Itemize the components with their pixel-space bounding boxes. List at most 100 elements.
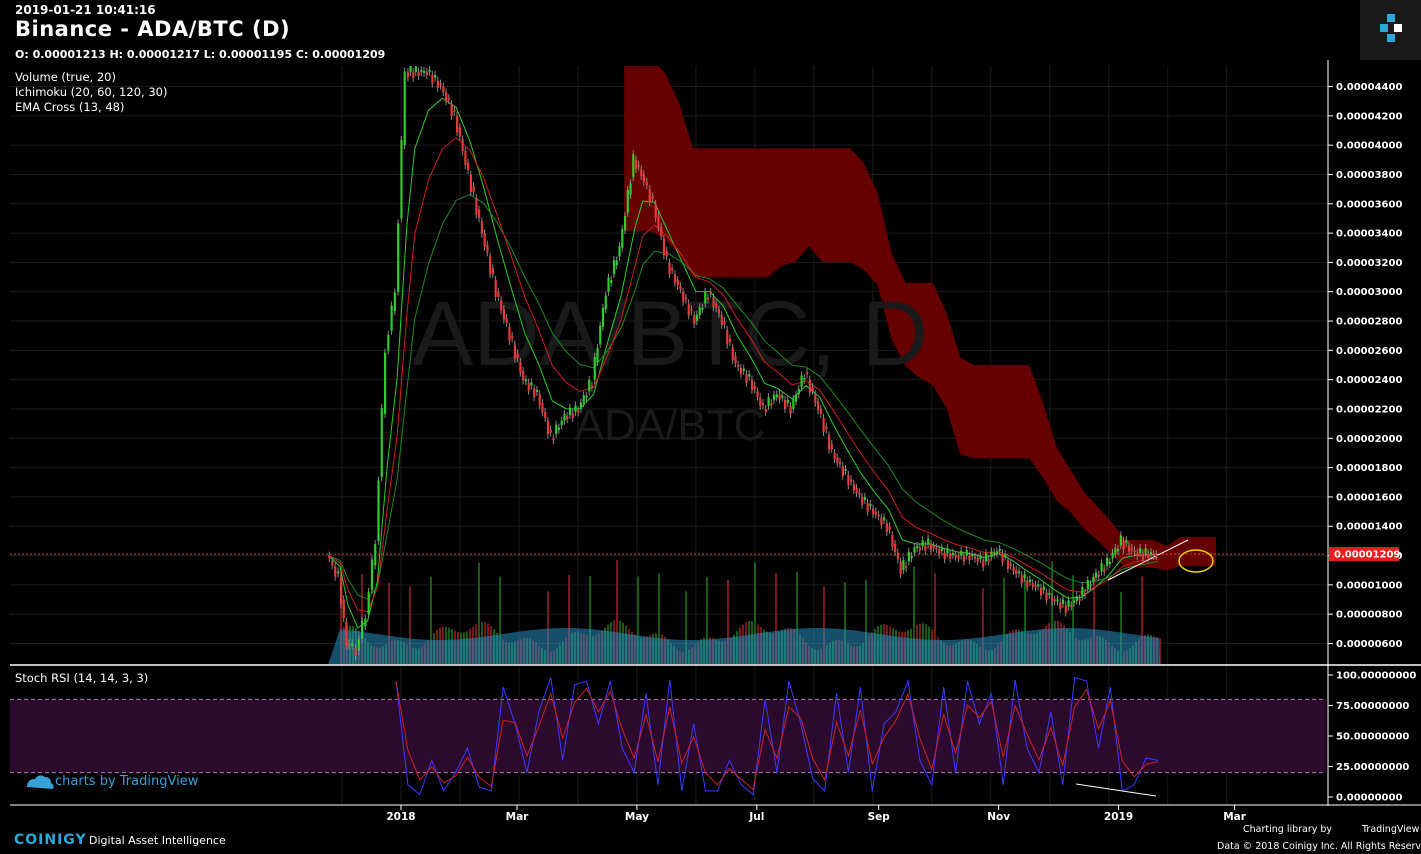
candle <box>1155 554 1158 557</box>
charts-by-tradingview[interactable]: charts by TradingView <box>55 774 198 789</box>
candle <box>866 502 869 512</box>
candle <box>1001 553 1004 563</box>
candle <box>847 474 850 485</box>
candle <box>1053 599 1056 602</box>
candle <box>577 410 580 413</box>
candle <box>858 492 861 495</box>
candle <box>447 98 450 101</box>
price-tick-label: 0.00004400 <box>1336 82 1402 93</box>
candle <box>450 104 453 116</box>
candle <box>687 303 690 316</box>
candle <box>557 427 561 430</box>
candle <box>1092 577 1095 582</box>
candle <box>825 426 828 430</box>
candle <box>377 480 380 541</box>
candle <box>393 292 396 312</box>
candle <box>555 424 558 434</box>
candle <box>513 344 517 359</box>
watermark-subtext: ADA/BTC <box>575 401 766 450</box>
candle <box>1150 552 1153 555</box>
candle <box>1039 587 1043 596</box>
candle <box>684 297 688 300</box>
stoch-tick-label: 25.00000000 <box>1336 762 1409 773</box>
candle <box>1020 575 1023 584</box>
candle <box>682 291 685 303</box>
candle <box>425 71 428 76</box>
candle <box>374 544 377 566</box>
candle <box>546 420 550 435</box>
candle <box>552 438 555 441</box>
candle <box>420 70 423 73</box>
candle <box>929 543 933 550</box>
candle <box>615 260 618 266</box>
price-tick-label: 0.00001000 <box>1336 580 1402 591</box>
candle <box>549 429 552 433</box>
candle <box>345 621 348 646</box>
candle <box>1086 580 1089 589</box>
time-tick-label: Sep <box>868 811 891 823</box>
candle <box>927 538 930 545</box>
candle <box>1064 605 1067 613</box>
price-chart[interactable]: ADA/BTC, D ADA/BTC 0.00004400 0.00004200 0.… <box>0 0 1421 854</box>
candle <box>1089 584 1092 587</box>
candle <box>486 244 489 253</box>
candle <box>695 314 699 322</box>
candle <box>1147 553 1150 559</box>
candle <box>1034 584 1037 588</box>
candle <box>701 307 704 310</box>
price-tick-label: 0.00001600 <box>1336 492 1402 503</box>
candle <box>456 115 459 133</box>
candle <box>524 379 528 382</box>
candle <box>839 461 842 464</box>
candle <box>403 71 406 146</box>
candle <box>370 559 374 590</box>
candle <box>596 348 599 363</box>
candle <box>990 551 993 557</box>
candle <box>938 549 941 555</box>
candle <box>673 274 677 283</box>
candle <box>494 279 497 297</box>
candle <box>337 571 340 574</box>
candle <box>916 545 919 549</box>
candle <box>1006 560 1010 569</box>
price-tick-label: 0.00003800 <box>1336 170 1402 181</box>
candle <box>668 262 671 275</box>
candle <box>808 379 811 393</box>
candle <box>756 391 759 397</box>
candle <box>522 370 525 381</box>
candle <box>982 560 985 568</box>
coinigy-brand[interactable]: COINIGY <box>14 832 87 848</box>
candle <box>946 548 949 554</box>
candle <box>599 325 602 345</box>
candle <box>1028 579 1032 582</box>
tradingview-link[interactable]: TradingView <box>1362 824 1419 835</box>
candle <box>949 553 952 559</box>
candle <box>943 552 946 560</box>
candle <box>354 648 357 656</box>
candle <box>621 229 624 248</box>
candle <box>657 215 660 228</box>
candle <box>601 307 605 327</box>
candle <box>1106 557 1109 566</box>
candle <box>662 238 666 256</box>
candle <box>759 397 762 407</box>
candle <box>1015 569 1018 575</box>
candle <box>574 405 577 412</box>
candle <box>819 408 822 414</box>
candle <box>1108 561 1111 564</box>
candle <box>805 372 809 375</box>
candle <box>717 309 721 314</box>
price-tick-label: 0.00004000 <box>1336 141 1402 152</box>
candle <box>489 256 492 274</box>
candle <box>885 523 889 533</box>
candle <box>1133 550 1136 553</box>
candle <box>648 189 651 203</box>
candle <box>874 511 878 515</box>
candle <box>361 620 364 639</box>
candle <box>1152 554 1155 557</box>
candle <box>803 377 806 380</box>
candle <box>910 556 913 559</box>
candle <box>500 300 503 311</box>
stoch-indicator-label[interactable]: Stoch RSI (14, 14, 3, 3) <box>15 671 148 685</box>
candle <box>445 92 448 102</box>
